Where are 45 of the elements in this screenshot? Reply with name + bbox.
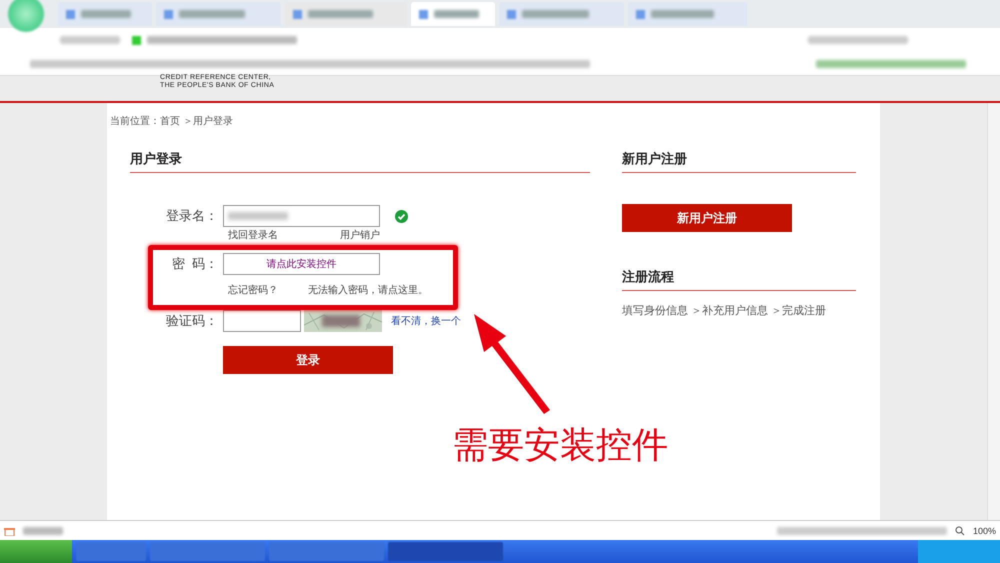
browser-tab[interactable] bbox=[410, 2, 495, 26]
taskbar-button[interactable] bbox=[388, 542, 503, 561]
browser-tab[interactable] bbox=[284, 2, 407, 26]
blurred-text bbox=[81, 10, 131, 18]
address-bar[interactable] bbox=[132, 36, 297, 44]
page-icon bbox=[132, 36, 141, 44]
blurred-text bbox=[434, 10, 479, 18]
section-title: 用户登录 bbox=[130, 150, 590, 173]
captcha-field[interactable] bbox=[223, 310, 301, 332]
refresh-captcha-link[interactable]: 看不清，换一个 bbox=[391, 314, 461, 328]
link[interactable]: 用户销户 bbox=[340, 228, 380, 242]
link[interactable]: 无法输入密码，请点这里。 bbox=[308, 283, 428, 297]
start-button[interactable] bbox=[0, 540, 72, 563]
annotation-text: 需要安装控件 bbox=[452, 423, 668, 467]
register-button[interactable]: 新用户注册 bbox=[622, 204, 792, 232]
taskbar-button[interactable] bbox=[269, 542, 384, 561]
section-title: 新用户注册 bbox=[622, 150, 856, 173]
blurred-text bbox=[651, 10, 714, 18]
scrollbar[interactable] bbox=[987, 103, 1000, 520]
taskbar-button[interactable] bbox=[150, 542, 265, 561]
username-field[interactable] bbox=[223, 205, 380, 227]
breadcrumb: 当前位置：首页 ＞用户登录 bbox=[110, 114, 234, 128]
browser-tab[interactable] bbox=[499, 2, 624, 26]
search-icon[interactable] bbox=[954, 526, 965, 536]
login-button[interactable]: 登录 bbox=[223, 346, 393, 374]
browser-logo-icon[interactable] bbox=[8, 0, 44, 32]
blurred-text bbox=[522, 10, 589, 18]
quick-launch-icons[interactable] bbox=[76, 542, 146, 561]
blurred-text bbox=[23, 526, 63, 534]
link[interactable]: 找回登录名 bbox=[228, 228, 278, 242]
link[interactable]: 忘记密码？ bbox=[228, 283, 278, 297]
blurred-text bbox=[308, 10, 373, 18]
browser-tab[interactable] bbox=[628, 2, 747, 26]
section-title: 注册流程 bbox=[622, 268, 856, 291]
field-label: 验证码： bbox=[165, 312, 219, 330]
gift-icon[interactable] bbox=[4, 525, 15, 536]
field-label: 密 码： bbox=[170, 255, 219, 273]
navigation-buttons bbox=[60, 36, 120, 44]
field-label: 登录名： bbox=[165, 207, 219, 225]
registration-steps: 填写身份信息 ＞补充用户信息 ＞完成注册 bbox=[622, 303, 856, 318]
zoom-level[interactable]: 100% bbox=[972, 526, 996, 536]
browser-tab[interactable] bbox=[58, 2, 152, 26]
browser-tab[interactable] bbox=[156, 2, 281, 26]
password-field[interactable]: 请点此安装控件 bbox=[223, 253, 380, 275]
blurred-text bbox=[178, 10, 246, 18]
